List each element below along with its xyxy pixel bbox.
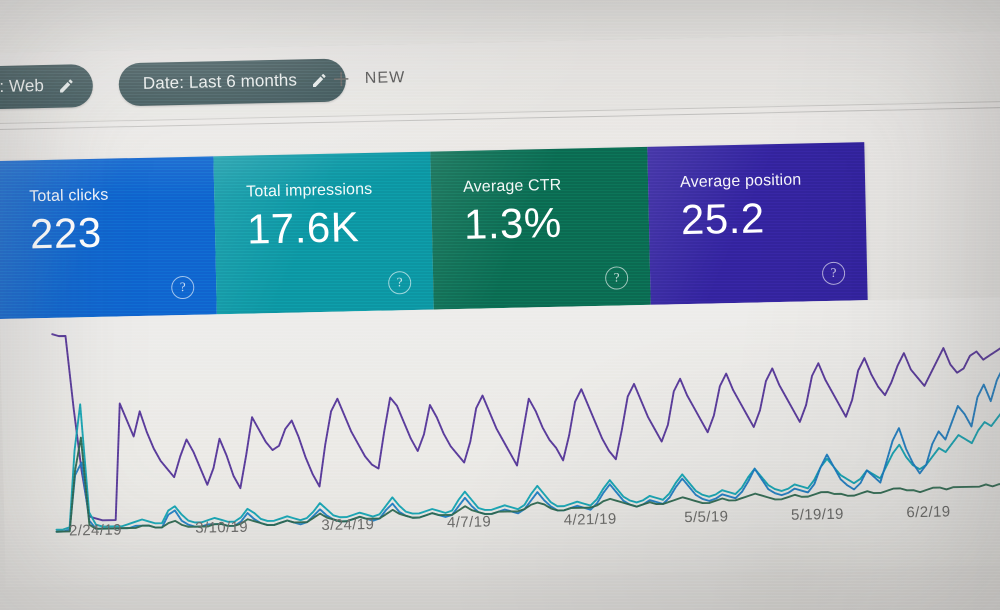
x-axis-tick-label: 5/19/19 xyxy=(790,505,845,524)
pencil-icon[interactable] xyxy=(58,77,75,94)
pencil-icon[interactable] xyxy=(311,71,328,88)
x-axis-tick-label: 2/24/19 xyxy=(68,521,123,540)
help-icon[interactable]: ? xyxy=(821,261,846,286)
x-axis-tick-label: 6/2/19 xyxy=(906,503,951,522)
metric-card-title: Average position xyxy=(679,171,802,192)
help-icon[interactable]: ? xyxy=(604,266,629,290)
help-icon[interactable]: ? xyxy=(387,271,412,295)
performance-chart-panel: 2/24/19 3/10/19 3/24/19 4/7/19 4/21/19 5/5/19… xyxy=(0,296,1000,587)
x-axis-tick-label: 4/7/19 xyxy=(446,513,492,532)
metric-card-value: 1.3% xyxy=(463,198,563,248)
metric-card-average-ctr[interactable]: Average CTR 1.3% ? xyxy=(430,146,651,310)
metric-card-average-position[interactable]: Average position 25.2 ? xyxy=(647,142,868,305)
help-icon[interactable]: ? xyxy=(171,275,195,300)
metric-card-value: 223 xyxy=(29,208,103,258)
plus-icon xyxy=(332,69,351,88)
metric-card-row: Total clicks 223 ? Total impressions 17.… xyxy=(0,142,868,320)
metric-card-title: Total clicks xyxy=(29,186,109,206)
new-filter-button[interactable]: NEW xyxy=(332,68,406,89)
filter-chip-search-type-label: type: Web xyxy=(0,76,45,97)
metric-card-value: 25.2 xyxy=(680,194,766,244)
chart-series-average-position xyxy=(51,333,1000,522)
x-axis-tick-label: 4/21/19 xyxy=(563,510,617,529)
search-console-screen: type: Web Date: Last 6 months NEW Total … xyxy=(0,0,1000,610)
x-axis-tick-label: 5/5/19 xyxy=(684,508,729,527)
metric-card-title: Total impressions xyxy=(246,180,373,201)
filter-chip-date-range-label: Date: Last 6 months xyxy=(142,70,298,93)
metric-card-total-impressions[interactable]: Total impressions 17.6K ? xyxy=(213,151,434,315)
filter-chip-search-type[interactable]: type: Web xyxy=(0,63,94,111)
filter-chip-list: type: Web Date: Last 6 months xyxy=(0,56,347,111)
metric-card-title: Average CTR xyxy=(462,176,562,196)
metric-card-value: 17.6K xyxy=(246,203,360,253)
metric-card-total-clicks[interactable]: Total clicks 223 ? xyxy=(0,156,217,320)
filter-chip-date-range[interactable]: Date: Last 6 months xyxy=(118,57,347,106)
new-filter-button-label: NEW xyxy=(364,68,406,87)
photograph-of-screen: type: Web Date: Last 6 months NEW Total … xyxy=(0,0,1000,610)
x-axis-tick-label: 3/24/19 xyxy=(321,515,375,535)
x-axis-tick-label: 3/10/19 xyxy=(195,518,249,537)
